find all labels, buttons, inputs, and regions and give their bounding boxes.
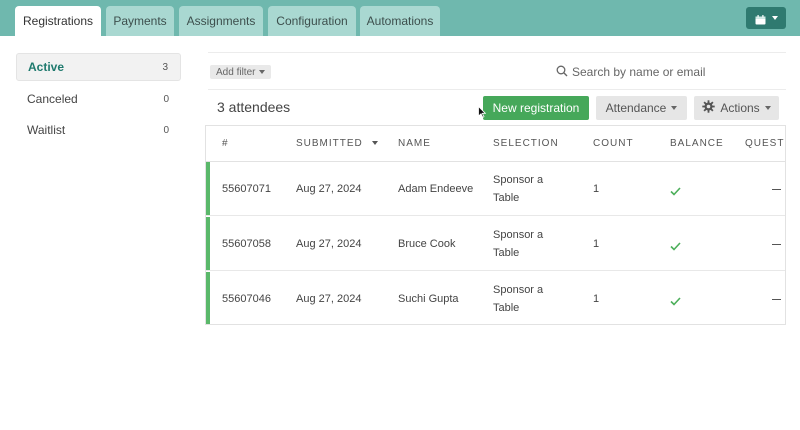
check-icon: [670, 239, 681, 254]
cell-selection: Sponsor a Table: [493, 226, 543, 262]
search-input[interactable]: [572, 65, 772, 79]
column-header-name[interactable]: NAME: [398, 138, 431, 149]
column-header-submitted[interactable]: SUBMITTED: [296, 138, 378, 149]
mouse-cursor-icon: [478, 105, 487, 121]
cell-count: 1: [593, 238, 600, 250]
cell-submitted: Aug 27, 2024: [296, 293, 362, 305]
calendar-dropdown-button[interactable]: [746, 7, 786, 29]
sort-caret-icon: [371, 141, 378, 146]
chevron-down-icon: [259, 70, 266, 74]
actions-dropdown-button[interactable]: Actions: [694, 96, 779, 120]
column-header-questions[interactable]: QUESTI: [745, 138, 785, 149]
cell-submitted: Aug 27, 2024: [296, 183, 362, 195]
attendance-label: Attendance: [605, 101, 667, 115]
cell-count: 1: [593, 293, 600, 305]
empty-value-dash: [772, 299, 781, 300]
chevron-down-icon: [771, 16, 778, 20]
gear-icon: [702, 100, 716, 116]
calendar-icon: [755, 13, 766, 25]
selection-line: Table: [493, 247, 520, 259]
tab-registrations[interactable]: Registrations: [15, 6, 101, 36]
tab-automations[interactable]: Automations: [360, 6, 440, 36]
selection-line: Table: [493, 302, 520, 314]
check-icon: [670, 294, 681, 309]
tab-payments[interactable]: Payments: [106, 6, 174, 36]
status-bar: [206, 217, 210, 270]
sidebar-item-active[interactable]: Active 3: [16, 53, 181, 81]
divider: [208, 52, 786, 53]
cell-count: 1: [593, 183, 600, 195]
actions-label: Actions: [720, 101, 760, 115]
cell-id[interactable]: 55607046: [222, 293, 271, 305]
cell-name[interactable]: Suchi Gupta: [398, 293, 459, 305]
column-header-label: SUBMITTED: [296, 138, 363, 149]
sidebar-item-label: Canceled: [27, 92, 78, 106]
sidebar-item-count: 0: [163, 124, 169, 136]
selection-line: Sponsor a: [493, 174, 544, 186]
cell-id[interactable]: 55607071: [222, 183, 271, 195]
tab-assignments[interactable]: Assignments: [179, 6, 263, 36]
table-row[interactable]: 55607058 Aug 27, 2024 Bruce Cook Sponsor…: [206, 217, 785, 271]
cell-name[interactable]: Bruce Cook: [398, 238, 455, 250]
sidebar-item-count: 0: [163, 93, 169, 105]
cell-id[interactable]: 55607058: [222, 238, 271, 250]
sidebar-item-canceled[interactable]: Canceled 0: [16, 85, 181, 113]
table-header: # SUBMITTED NAME SELECTION COUNT BALANCE…: [206, 126, 785, 162]
column-header-balance[interactable]: BALANCE: [670, 138, 724, 149]
column-header-count[interactable]: COUNT: [593, 138, 634, 149]
search-icon: [556, 65, 568, 80]
column-header-selection[interactable]: SELECTION: [493, 138, 559, 149]
add-filter-button[interactable]: Add filter: [210, 65, 272, 79]
tab-configuration[interactable]: Configuration: [268, 6, 356, 36]
search-box[interactable]: [556, 62, 786, 82]
chevron-down-icon: [671, 106, 678, 110]
table-row[interactable]: 55607046 Aug 27, 2024 Suchi Gupta Sponso…: [206, 272, 785, 324]
check-icon: [670, 184, 681, 199]
table-row[interactable]: 55607071 Aug 27, 2024 Adam Endeeve Spons…: [206, 162, 785, 216]
empty-value-dash: [772, 244, 781, 245]
selection-line: Sponsor a: [493, 229, 544, 241]
sidebar-item-waitlist[interactable]: Waitlist 0: [16, 116, 181, 144]
cell-selection: Sponsor a Table: [493, 171, 543, 207]
selection-line: Table: [493, 192, 520, 204]
cell-selection: Sponsor a Table: [493, 281, 543, 317]
empty-value-dash: [772, 189, 781, 190]
cell-submitted: Aug 27, 2024: [296, 238, 362, 250]
sidebar-item-label: Waitlist: [27, 123, 66, 137]
new-registration-button[interactable]: New registration: [483, 96, 589, 120]
status-bar: [206, 272, 210, 324]
column-header-id[interactable]: #: [222, 138, 229, 149]
registrations-table: # SUBMITTED NAME SELECTION COUNT BALANCE…: [205, 125, 786, 325]
attendance-dropdown-button[interactable]: Attendance: [596, 96, 687, 120]
cell-name[interactable]: Adam Endeeve: [398, 183, 473, 195]
sidebar-item-label: Active: [28, 60, 65, 74]
add-filter-label: Add filter: [216, 66, 256, 78]
chevron-down-icon: [764, 106, 771, 110]
sidebar-item-count: 3: [162, 61, 168, 73]
status-bar: [206, 162, 210, 215]
attendee-count: 3 attendees: [217, 99, 291, 115]
selection-line: Sponsor a: [493, 284, 544, 296]
top-tab-bar: Registrations Payments Assignments Confi…: [0, 0, 800, 36]
divider: [208, 89, 786, 90]
